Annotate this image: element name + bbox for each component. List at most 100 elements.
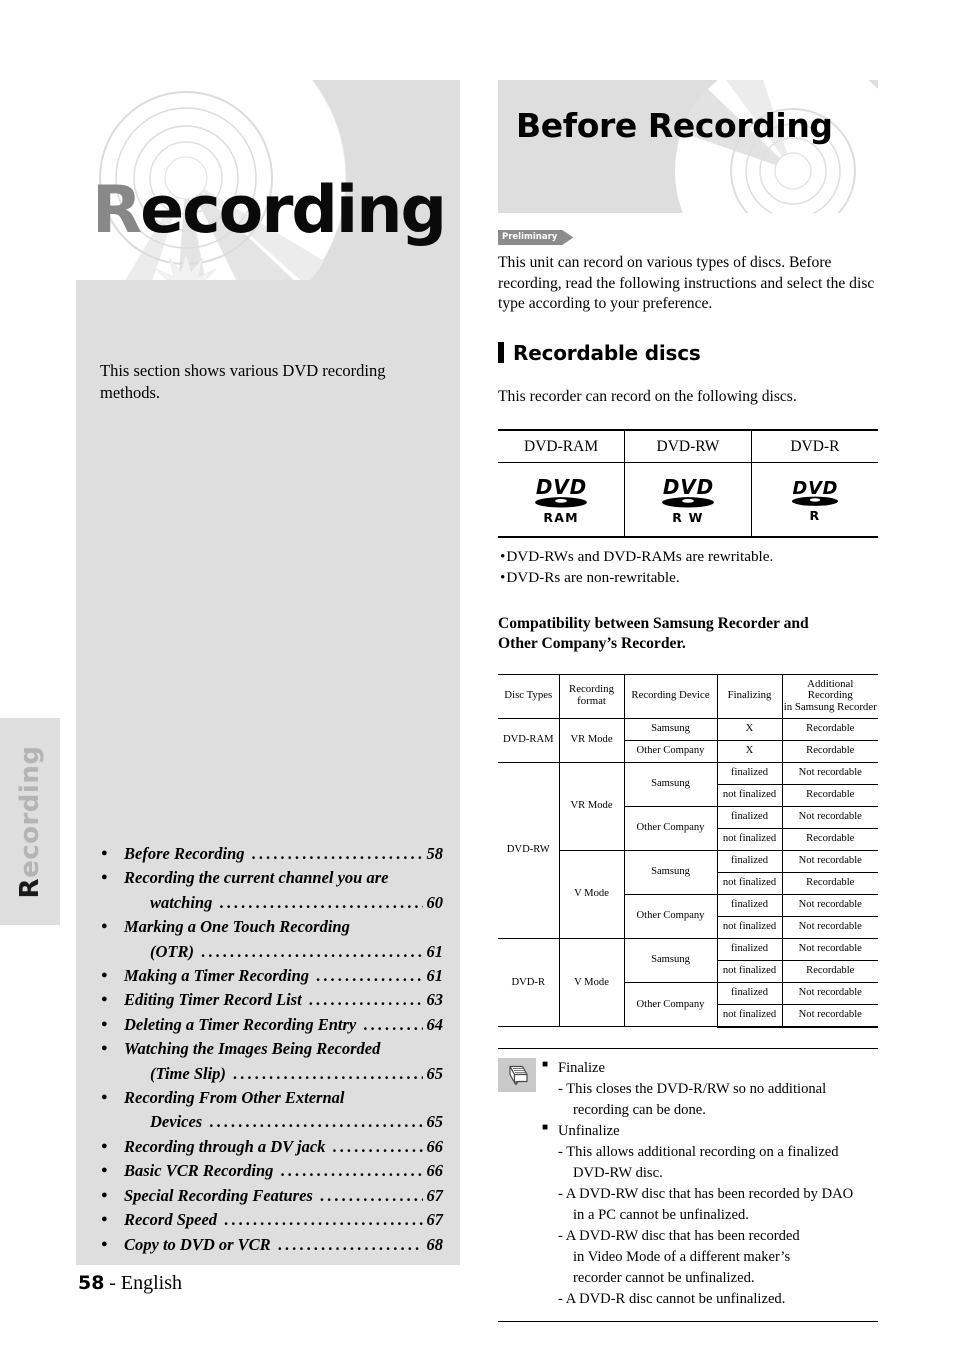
compat-cell-recording-device: Other Company — [623, 893, 718, 939]
compat-header-line: Recording Device — [631, 689, 710, 702]
toc-entry-page: 61 — [426, 941, 444, 961]
compatibility-heading-line2: Other Company’s Recorder. — [498, 634, 686, 652]
toc-entry[interactable]: Basic VCR Recording.....................… — [98, 1158, 443, 1183]
compat-cell-recording-device: Samsung — [623, 717, 718, 741]
toc-entry[interactable]: Recording From Other ExternalDevices....… — [98, 1085, 443, 1135]
toc-leader-dots: ........................................… — [209, 1112, 423, 1132]
compat-header-recording-format: Recording format — [558, 673, 625, 719]
compat-table-row: DVD-R V Mode Samsung finalized Not recordabl… — [498, 937, 878, 1028]
compat-header-line: format — [577, 695, 606, 708]
toc-entry-label: Record Speed — [124, 1210, 218, 1230]
section-intro-paragraph: This unit can record on various types of… — [498, 254, 875, 313]
compat-cell-additional-recording: Not recordable — [781, 761, 878, 785]
compat-cell-finalizing: X — [716, 717, 783, 741]
disc-notes-list: DVD-RWs and DVD-RAMs are rewritable. DVD… — [500, 547, 878, 588]
toc-entry-continuation: watching................................… — [124, 891, 443, 915]
compat-cell-additional-recording: Not recordable — [781, 893, 878, 917]
toc-entry-page: 63 — [426, 990, 444, 1010]
compat-header-row: Disc Types Recording format Recording De… — [498, 673, 878, 719]
toc-entry-page: 67 — [426, 1185, 444, 1205]
compat-cell-additional-recording: Not recordable — [781, 849, 878, 873]
compat-cell-finalizing: not finalized — [716, 827, 783, 851]
section-hero-title: Before Recording — [516, 106, 833, 145]
toc-entry[interactable]: Recording the current channel you are wat… — [98, 865, 443, 915]
toc-leader-dots: ........................................… — [232, 1063, 423, 1083]
note-heading: Unfinalize — [542, 1121, 878, 1142]
toc-entry-label: (Time Slip) — [150, 1063, 226, 1083]
compatibility-table: Disc Types Recording format Recording De… — [498, 673, 878, 1028]
disc-note-item: DVD-RWs and DVD-RAMs are rewritable. — [500, 547, 878, 568]
dvd-logo-sublabel: R — [809, 508, 821, 524]
right-content-column: Before Recording Preliminary This unit c… — [498, 80, 878, 1322]
compat-header-line: Disc Types — [504, 689, 553, 702]
chapter-title-first-letter: R — [92, 173, 142, 248]
toc-entry[interactable]: Special Recording Features..............… — [98, 1183, 444, 1208]
toc-entry-label: Watching the Images Being Recorded — [124, 1039, 381, 1059]
chapter-title: Recording — [92, 178, 447, 243]
note-line: - This closes the DVD-R/RW so no additio… — [558, 1080, 827, 1097]
toc-entry[interactable]: Marking a One Touch Recording (OTR)......… — [98, 914, 443, 964]
compat-cell-recording-device: Other Company — [623, 739, 718, 763]
preliminary-badge: Preliminary — [498, 230, 573, 245]
note-line: recording can be done. — [573, 1101, 706, 1118]
compat-cell-recording-device: Other Company — [623, 805, 718, 851]
compat-cell-recording-device: Samsung — [623, 849, 718, 895]
compat-cell-additional-recording: Not recordable — [781, 915, 878, 939]
chapter-title-rest: ecording — [140, 173, 447, 248]
note-body: Finalize- This closes the DVD-R/RW so no… — [542, 1058, 878, 1310]
compat-cell-finalizing: finalized — [716, 893, 783, 917]
toc-entry[interactable]: Recording through a DV jack.............… — [98, 1134, 444, 1159]
compat-cell-recording-device: Samsung — [623, 761, 718, 807]
dvd-logo-sublabel: RAM — [543, 510, 579, 526]
pencil-icon — [498, 1057, 536, 1092]
toc-entry[interactable]: Copy to DVD or VCR......................… — [98, 1231, 444, 1257]
note-line: - A DVD-RW disc that has been recorded — [558, 1227, 800, 1244]
disc-table-header-cell: DVD-RW — [624, 429, 752, 464]
toc-entry-page: 64 — [426, 1014, 444, 1034]
toc-leader-dots: ........................................… — [277, 1234, 423, 1254]
compat-cell-recording-format: V Mode — [558, 937, 625, 1028]
compat-cell-recording-device: Samsung — [623, 937, 718, 983]
compat-header-disc-types: Disc Types — [498, 673, 560, 719]
compat-header-line: Finalizing — [727, 689, 772, 702]
section-hero: Before Recording — [498, 80, 878, 213]
chapter-intro-text: This section shows various DVD recording… — [100, 361, 386, 403]
chapter-hero: Recording — [76, 80, 460, 280]
heading-accent-bar — [498, 342, 504, 364]
heading-label: Recordable discs — [513, 340, 701, 365]
toc-entry-page: 67 — [426, 1210, 444, 1230]
side-tab-label: Recording — [15, 745, 45, 898]
toc-leader-dots: ........................................… — [224, 1210, 423, 1230]
toc-entry[interactable]: Making a Timer Recording................… — [98, 963, 443, 988]
left-chapter-panel: Recording This section shows various DVD… — [76, 80, 460, 1265]
compat-cell-additional-recording: Not recordable — [781, 1003, 878, 1028]
disc-table-logo-row: DVD RAM DVD R W DVD R — [498, 462, 878, 539]
compat-table-body: DVD-RAM VR Mode Samsung X Recordable Other Co… — [498, 717, 878, 1028]
compat-table-row: DVD-RW VR Mode Samsung finalized Not recorda… — [498, 761, 878, 939]
toc-entry-page: 66 — [426, 1136, 444, 1156]
toc-entry-page: 68 — [426, 1234, 444, 1254]
compat-cell-finalizing: not finalized — [716, 959, 783, 983]
recordable-discs-paragraph: This recorder can record on the followin… — [498, 387, 797, 405]
compat-cell-finalizing: not finalized — [716, 1003, 783, 1028]
disc-artwork-right — [675, 80, 878, 213]
toc-entry[interactable]: Before Recording........................… — [98, 841, 443, 866]
toc-entry-page: 65 — [426, 1063, 444, 1083]
toc-leader-dots: ........................................… — [251, 844, 423, 863]
compat-cell-finalizing: finalized — [716, 981, 783, 1005]
toc-leader-dots: ........................................… — [332, 1136, 422, 1156]
compat-cell-recording-format: VR Mode — [558, 717, 625, 763]
disc-table-header-cell: DVD-R — [750, 429, 878, 464]
svg-text:DVD: DVD — [792, 478, 837, 499]
toc-entry-page: 60 — [426, 892, 444, 912]
note-line: in a PC cannot be unfinalized. — [573, 1206, 749, 1223]
toc-entry[interactable]: Editing Timer Record List...............… — [98, 987, 444, 1012]
toc-entry[interactable]: Deleting a Timer Recording Entry........… — [98, 1012, 444, 1037]
page-number: 58 — [78, 1272, 105, 1294]
compatibility-heading-line1: Compatibility between Samsung Recorder a… — [498, 614, 809, 632]
toc-entry-continuation: (OTR)...................................… — [124, 940, 443, 964]
compat-cell-finalizing: finalized — [716, 849, 783, 873]
recordable-discs-table: DVD-RAM DVD-RW DVD-R DVD RAM DVD R W DVD… — [498, 429, 878, 539]
toc-entry[interactable]: Watching the Images Being Recorded (Time … — [98, 1036, 444, 1086]
toc-entry[interactable]: Record Speed............................… — [98, 1207, 444, 1232]
